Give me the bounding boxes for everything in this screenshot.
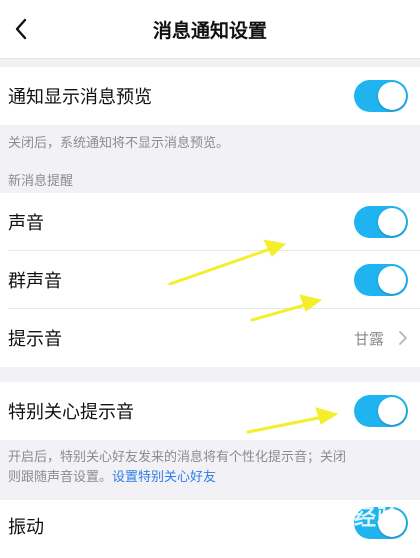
tone-label: 提示音 <box>8 329 62 350</box>
toggle-knob <box>378 266 406 294</box>
set-special-care-link[interactable]: 设置特别关心好友 <box>112 470 216 485</box>
sound-label: 声音 <box>8 213 44 234</box>
preview-note: 关闭后，系统通知将不显示消息预览。 <box>8 136 230 151</box>
toggle-knob <box>378 82 406 110</box>
tone-value: 甘露 <box>353 329 384 348</box>
special-care-toggle[interactable] <box>354 395 408 427</box>
preview-toggle[interactable] <box>354 80 408 112</box>
special-care-note-line1: 开启后，特别关心好友发来的消息将有个性化提示音；关闭 <box>8 450 347 465</box>
page-title: 消息通知设置 <box>152 19 267 42</box>
special-care-row[interactable]: 特别关心提示音 <box>0 382 420 440</box>
sound-row[interactable]: 声音 <box>0 193 420 251</box>
toggle-knob <box>378 397 406 425</box>
group-sound-label: 群声音 <box>8 271 62 292</box>
special-care-note-line2: 则跟随声音设置。设置特别关心好友 <box>8 468 413 488</box>
group-sound-row[interactable]: 群声音 <box>0 251 420 309</box>
new-message-section-label: 新消息提醒 <box>8 174 74 189</box>
preview-label: 通知显示消息预览 <box>8 87 152 108</box>
special-care-note: 开启后，特别关心好友发来的消息将有个性化提示音；关闭 则跟随声音设置。设置特别关… <box>8 448 413 488</box>
vibrate-label: 振动 <box>8 517 44 538</box>
group-sound-toggle[interactable] <box>354 264 408 296</box>
preview-row[interactable]: 通知显示消息预览 <box>0 67 420 125</box>
special-care-label: 特别关心提示音 <box>8 402 134 423</box>
watermark: Bai经验 <box>311 506 400 531</box>
special-care-note-prefix: 则跟随声音设置。 <box>8 470 113 485</box>
tone-row[interactable]: 提示音 甘露 <box>0 309 420 367</box>
top-bar: 消息通知设置 <box>0 0 420 59</box>
toggle-knob <box>378 208 406 236</box>
sound-toggle[interactable] <box>354 206 408 238</box>
chevron-right-icon <box>398 309 408 367</box>
